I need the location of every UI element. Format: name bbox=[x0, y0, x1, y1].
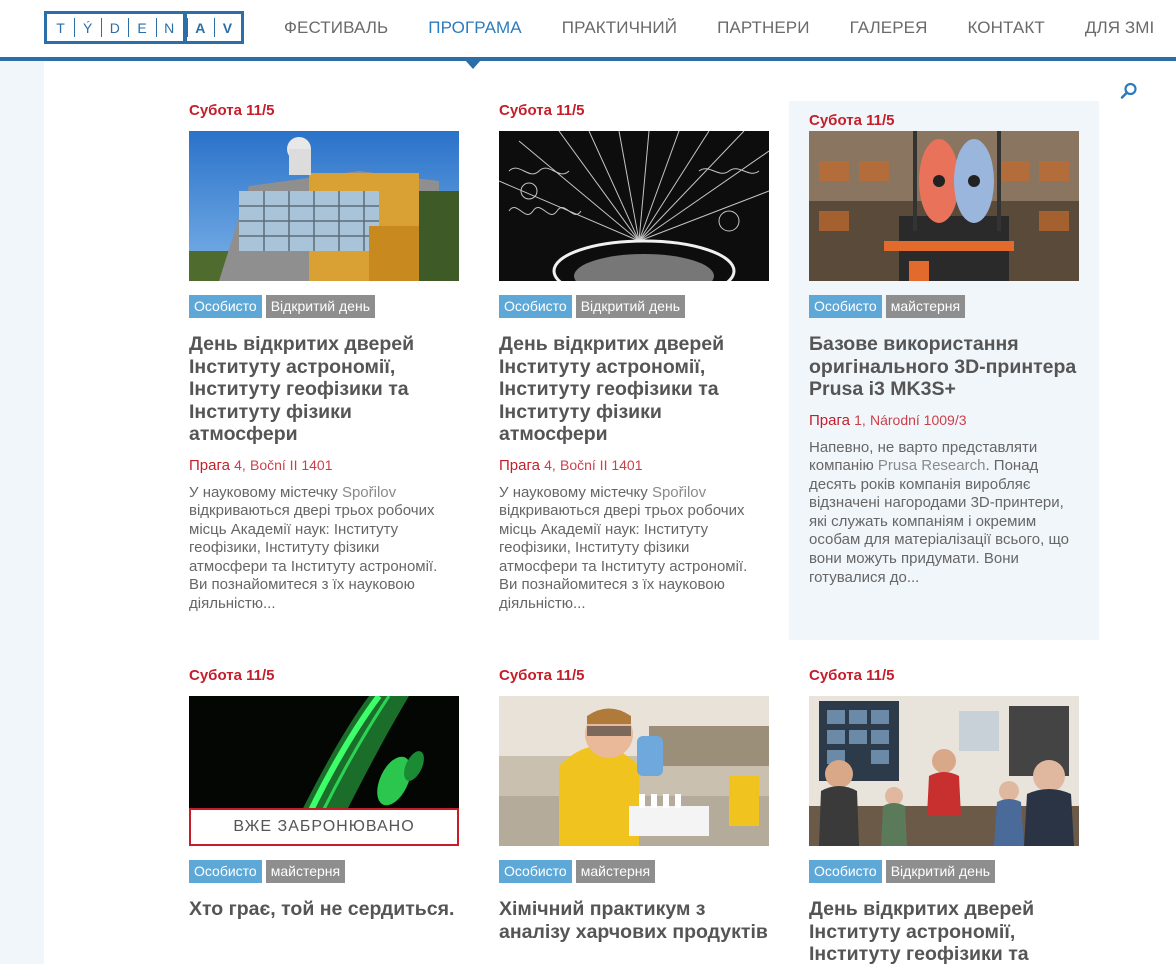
place-address: Boční II 1401 bbox=[249, 456, 333, 473]
header-underline bbox=[0, 57, 1176, 61]
place-number: 4, bbox=[234, 456, 246, 473]
tag-type[interactable]: майстерня bbox=[265, 860, 346, 883]
tag-type[interactable]: майстерня bbox=[885, 295, 966, 318]
tag-format[interactable]: Особисто bbox=[809, 860, 882, 883]
event-image[interactable] bbox=[809, 131, 1079, 281]
event-place: Прага 1, Národní 1009/3 bbox=[809, 410, 1079, 431]
event-card[interactable]: Субота 11/5 Особисто Відкритий день День… bbox=[789, 666, 1099, 964]
main-nav: ФЕСТИВАЛЬ ПРОГРАМА ПРАКТИЧНИЙ ПАРТНЕРИ Г… bbox=[264, 0, 1174, 56]
side-strip bbox=[0, 61, 44, 964]
nav-contact[interactable]: КОНТАКТ bbox=[948, 18, 1065, 38]
site-logo[interactable]: T Ý D E N A V bbox=[44, 11, 244, 44]
event-card[interactable]: Субота 11/5 Особисто Відкритий день День… bbox=[479, 101, 789, 641]
nav-festival[interactable]: ФЕСТИВАЛЬ bbox=[264, 18, 408, 38]
place-number: 4, bbox=[544, 456, 556, 473]
event-image[interactable]: ВЖЕ ЗАБРОНЮВАНО bbox=[189, 696, 459, 846]
nav-program[interactable]: ПРОГРАМА bbox=[408, 18, 541, 38]
event-title[interactable]: День відкритих дверей Інституту астроном… bbox=[499, 333, 769, 446]
logo-letter: A bbox=[186, 14, 214, 41]
logo-letter: Ý bbox=[74, 14, 101, 41]
event-title[interactable]: Хімічний практикум з аналізу харчових пр… bbox=[499, 898, 769, 943]
event-tags: Особисто Відкритий день bbox=[499, 295, 769, 318]
search-icon[interactable] bbox=[1120, 82, 1138, 100]
tag-format[interactable]: Особисто bbox=[499, 295, 572, 318]
event-card[interactable]: Субота 11/5 Особисто майстерня Хімічний … bbox=[479, 666, 789, 964]
event-image[interactable] bbox=[809, 696, 1079, 846]
logo-letter: N bbox=[155, 14, 183, 41]
place-address: Národní 1009/3 bbox=[869, 411, 967, 428]
nav-partners[interactable]: ПАРТНЕРИ bbox=[697, 18, 830, 38]
booked-badge: ВЖЕ ЗАБРОНЮВАНО bbox=[189, 808, 459, 846]
site-header: T Ý D E N A V ФЕСТИВАЛЬ ПРОГРАМА ПРАКТИЧ… bbox=[0, 0, 1176, 58]
tag-format[interactable]: Особисто bbox=[809, 295, 882, 318]
place-number: 1, bbox=[854, 411, 866, 428]
logo-letter: D bbox=[101, 14, 128, 41]
active-nav-indicator bbox=[465, 60, 481, 69]
event-date: Субота 11/5 bbox=[809, 667, 895, 684]
event-title[interactable]: Хто грає, той не сердиться. bbox=[189, 898, 459, 921]
event-tags: Особисто майстерня bbox=[809, 295, 1079, 318]
place-city: Прага bbox=[189, 456, 230, 474]
logo-letter: V bbox=[213, 14, 241, 41]
event-date: Субота 11/5 bbox=[809, 112, 895, 129]
event-card[interactable]: Субота 11/5 ВЖЕ ЗАБРОНЮВАНО Особисто май… bbox=[169, 666, 479, 964]
event-tags: Особисто майстерня bbox=[189, 860, 459, 883]
event-date: Субота 11/5 bbox=[189, 102, 275, 119]
logo-letter: E bbox=[128, 14, 155, 41]
tag-format[interactable]: Особисто bbox=[189, 860, 262, 883]
tag-type[interactable]: майстерня bbox=[575, 860, 656, 883]
place-address: Boční II 1401 bbox=[559, 456, 643, 473]
logo-letter: T bbox=[56, 19, 65, 36]
event-place: Прага 4, Boční II 1401 bbox=[499, 455, 769, 476]
event-date: Субота 11/5 bbox=[499, 667, 585, 684]
tag-type[interactable]: Відкритий день bbox=[575, 295, 685, 318]
event-tags: Особисто Відкритий день bbox=[189, 295, 459, 318]
tag-type[interactable]: Відкритий день bbox=[265, 295, 375, 318]
event-description: У науковому містечку Spořilov відкривают… bbox=[499, 483, 748, 613]
place-city: Прага bbox=[809, 411, 850, 429]
event-description: Напевно, не варто представляти компанію … bbox=[809, 438, 1069, 586]
event-title[interactable]: Базове використання оригінального 3D-при… bbox=[809, 333, 1079, 401]
event-date: Субота 11/5 bbox=[499, 102, 585, 119]
nav-press[interactable]: ДЛЯ ЗМІ bbox=[1065, 18, 1175, 38]
event-tags: Особисто майстерня bbox=[499, 860, 769, 883]
event-image[interactable] bbox=[499, 696, 769, 846]
event-description: У науковому містечку Spořilov відкривают… bbox=[189, 483, 438, 613]
event-date: Субота 11/5 bbox=[189, 667, 275, 684]
place-city: Прага bbox=[499, 456, 540, 474]
tag-type[interactable]: Відкритий день bbox=[885, 860, 995, 883]
tag-format[interactable]: Особисто bbox=[189, 295, 262, 318]
event-title[interactable]: День відкритих дверей Інституту астроном… bbox=[809, 898, 1079, 964]
event-image[interactable] bbox=[499, 131, 769, 281]
nav-gallery[interactable]: ГАЛЕРЕЯ bbox=[830, 18, 948, 38]
nav-practical[interactable]: ПРАКТИЧНИЙ bbox=[542, 18, 697, 38]
event-image[interactable] bbox=[189, 131, 459, 281]
event-tags: Особисто Відкритий день bbox=[809, 860, 1079, 883]
event-title[interactable]: День відкритих дверей Інституту астроном… bbox=[189, 333, 459, 446]
event-card[interactable]: Субота 11/5 Особисто майстерня Базове ви… bbox=[789, 101, 1099, 640]
event-place: Прага 4, Boční II 1401 bbox=[189, 455, 459, 476]
tag-format[interactable]: Особисто bbox=[499, 860, 572, 883]
event-card[interactable]: Субота 11/5 Особисто Відкритий день День… bbox=[169, 101, 479, 641]
